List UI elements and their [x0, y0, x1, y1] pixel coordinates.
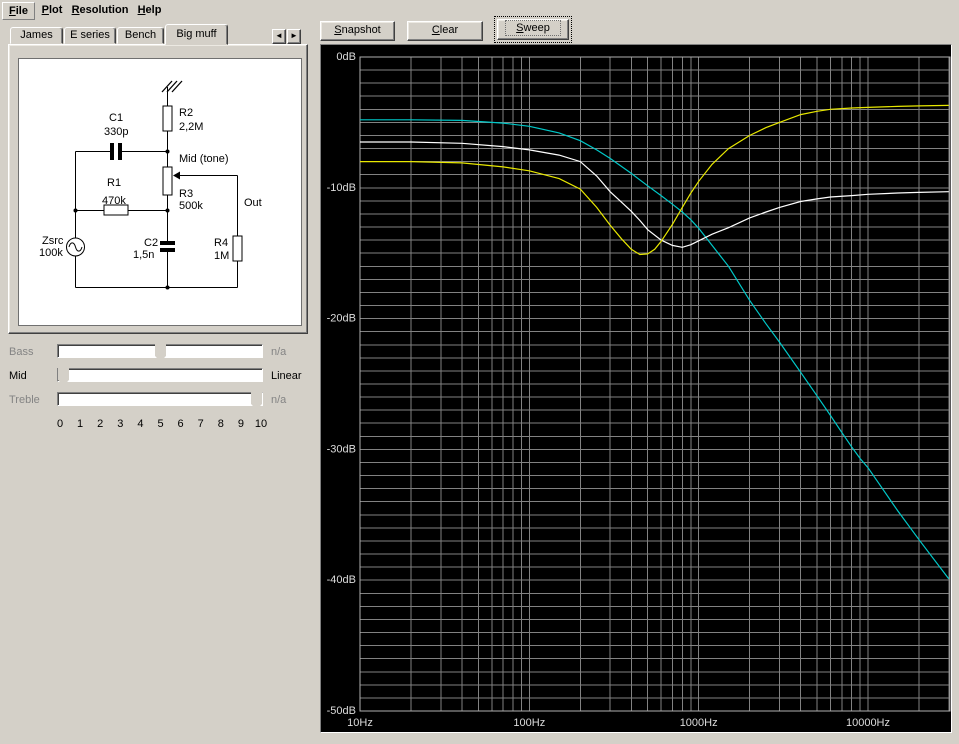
mid-slider[interactable] — [57, 368, 263, 382]
tab-scroll-left-button[interactable]: ◄ — [272, 29, 286, 44]
clear-button[interactable]: Clear — [407, 21, 483, 41]
slider-scale-number: 5 — [150, 418, 172, 430]
axis-tick-label: 10000Hz — [846, 717, 890, 729]
big-muff-circuit-diagram: C1 330p R2 2,2M Mid (tone) R1 470k R3 50… — [19, 59, 301, 325]
axis-tick-label: -10dB — [327, 182, 356, 194]
c2-value-label: 1,5n — [133, 249, 154, 261]
menu-file[interactable]: File — [2, 2, 35, 20]
tone-stack-calculator-window: { "menu_bar": { "items": [ { "label": "F… — [0, 0, 959, 744]
c2-name-label: C2 — [144, 237, 158, 249]
bass-slider-value: n/a — [271, 345, 286, 359]
arrow-right-icon: ► — [290, 31, 298, 40]
sweep-button-default-border: Sweep — [494, 16, 572, 43]
r3-name-label: R3 — [179, 188, 193, 200]
mid-slider-label: Mid — [9, 369, 27, 383]
resistor-r4 — [233, 236, 242, 261]
tab-e-series[interactable]: E series — [64, 27, 116, 44]
tab-bench[interactable]: Bench — [117, 27, 164, 44]
axis-tick-label: -30dB — [327, 443, 356, 455]
arrow-left-icon: ◄ — [275, 31, 283, 40]
axis-tick-label: 10Hz — [347, 717, 373, 729]
capacitor-c2 — [160, 241, 175, 252]
resistor-r2 — [163, 106, 172, 131]
menu-help[interactable]: Help — [133, 2, 166, 20]
slider-scale-number: 0 — [49, 418, 71, 430]
mid-slider-value: Linear — [271, 369, 302, 383]
slider-scale-number: 9 — [230, 418, 252, 430]
mid-tone-label: Mid (tone) — [179, 153, 229, 165]
sweep-button[interactable]: Sweep — [497, 19, 569, 40]
slider-scale-number: 1 — [69, 418, 91, 430]
bass-slider[interactable] — [57, 344, 263, 358]
menu-bar: File Plot Resolution Help — [0, 0, 959, 22]
bass-slider-label: Bass — [9, 345, 33, 359]
r3-value-label: 500k — [179, 200, 203, 212]
r2-value-label: 2,2M — [179, 121, 203, 133]
out-label: Out — [244, 197, 262, 209]
menu-resolution[interactable]: Resolution — [69, 2, 131, 20]
sweep-button-label: Sweep — [516, 21, 550, 35]
slider-scale-number: 8 — [210, 418, 232, 430]
r4-value-label: 1M — [214, 250, 229, 262]
treble-slider[interactable] — [57, 392, 263, 406]
slider-scale-number: 2 — [89, 418, 111, 430]
snapshot-button[interactable]: Snapshot — [320, 21, 395, 41]
zsrc-value-label: 100k — [39, 247, 63, 259]
circuit-schematic-panel: C1 330p R2 2,2M Mid (tone) R1 470k R3 50… — [18, 58, 302, 326]
slider-scale-number: 3 — [109, 418, 131, 430]
axis-tick-label: -20dB — [327, 313, 356, 325]
mid-slider-thumb[interactable] — [58, 367, 69, 386]
bass-slider-thumb[interactable] — [155, 343, 166, 362]
zsrc-name-label: Zsrc — [42, 235, 64, 247]
snapshot-button-label: Snapshot — [334, 22, 381, 39]
r2-name-label: R2 — [179, 107, 193, 119]
axis-tick-label: -40dB — [327, 574, 356, 586]
ground-symbol — [162, 81, 182, 92]
treble-slider-label: Treble — [9, 393, 40, 407]
sweep-button-focus-rect: Sweep — [505, 20, 561, 36]
clear-button-label: Clear — [432, 22, 458, 39]
axis-tick-label: 100Hz — [513, 717, 545, 729]
frequency-response-plot: 0dB -10dB -20dB -30dB -40dB -50dB10Hz 100Hz 100… — [320, 44, 952, 733]
slider-scale-number: 10 — [250, 418, 272, 430]
tab-james[interactable]: James — [10, 27, 63, 44]
axis-tick-label: -50dB — [327, 705, 356, 717]
pot-wiper-arrow — [173, 172, 180, 180]
plot-canvas: 0dB -10dB -20dB -30dB -40dB -50dB10Hz 100Hz 100… — [321, 45, 951, 732]
c1-value-label: 330p — [104, 126, 128, 138]
r1-name-label: R1 — [107, 177, 121, 189]
potentiometer-r3 — [163, 167, 172, 195]
slider-scale-number: 6 — [170, 418, 192, 430]
slider-scale: 012345678910 — [0, 418, 320, 432]
tab-scroll-right-button[interactable]: ► — [287, 29, 301, 44]
slider-scale-number: 4 — [129, 418, 151, 430]
treble-slider-value: n/a — [271, 393, 286, 407]
axis-tick-label: 0dB — [336, 51, 356, 63]
menu-plot[interactable]: Plot — [37, 2, 67, 20]
slider-scale-number: 7 — [190, 418, 212, 430]
axis-tick-label: 1000Hz — [680, 717, 718, 729]
c1-name-label: C1 — [109, 112, 123, 124]
treble-slider-thumb[interactable] — [251, 391, 262, 410]
tab-big-muff[interactable]: Big muff — [165, 24, 228, 45]
capacitor-c1 — [110, 143, 122, 160]
r1-value-label: 470k — [102, 195, 126, 207]
r4-name-label: R4 — [214, 237, 228, 249]
